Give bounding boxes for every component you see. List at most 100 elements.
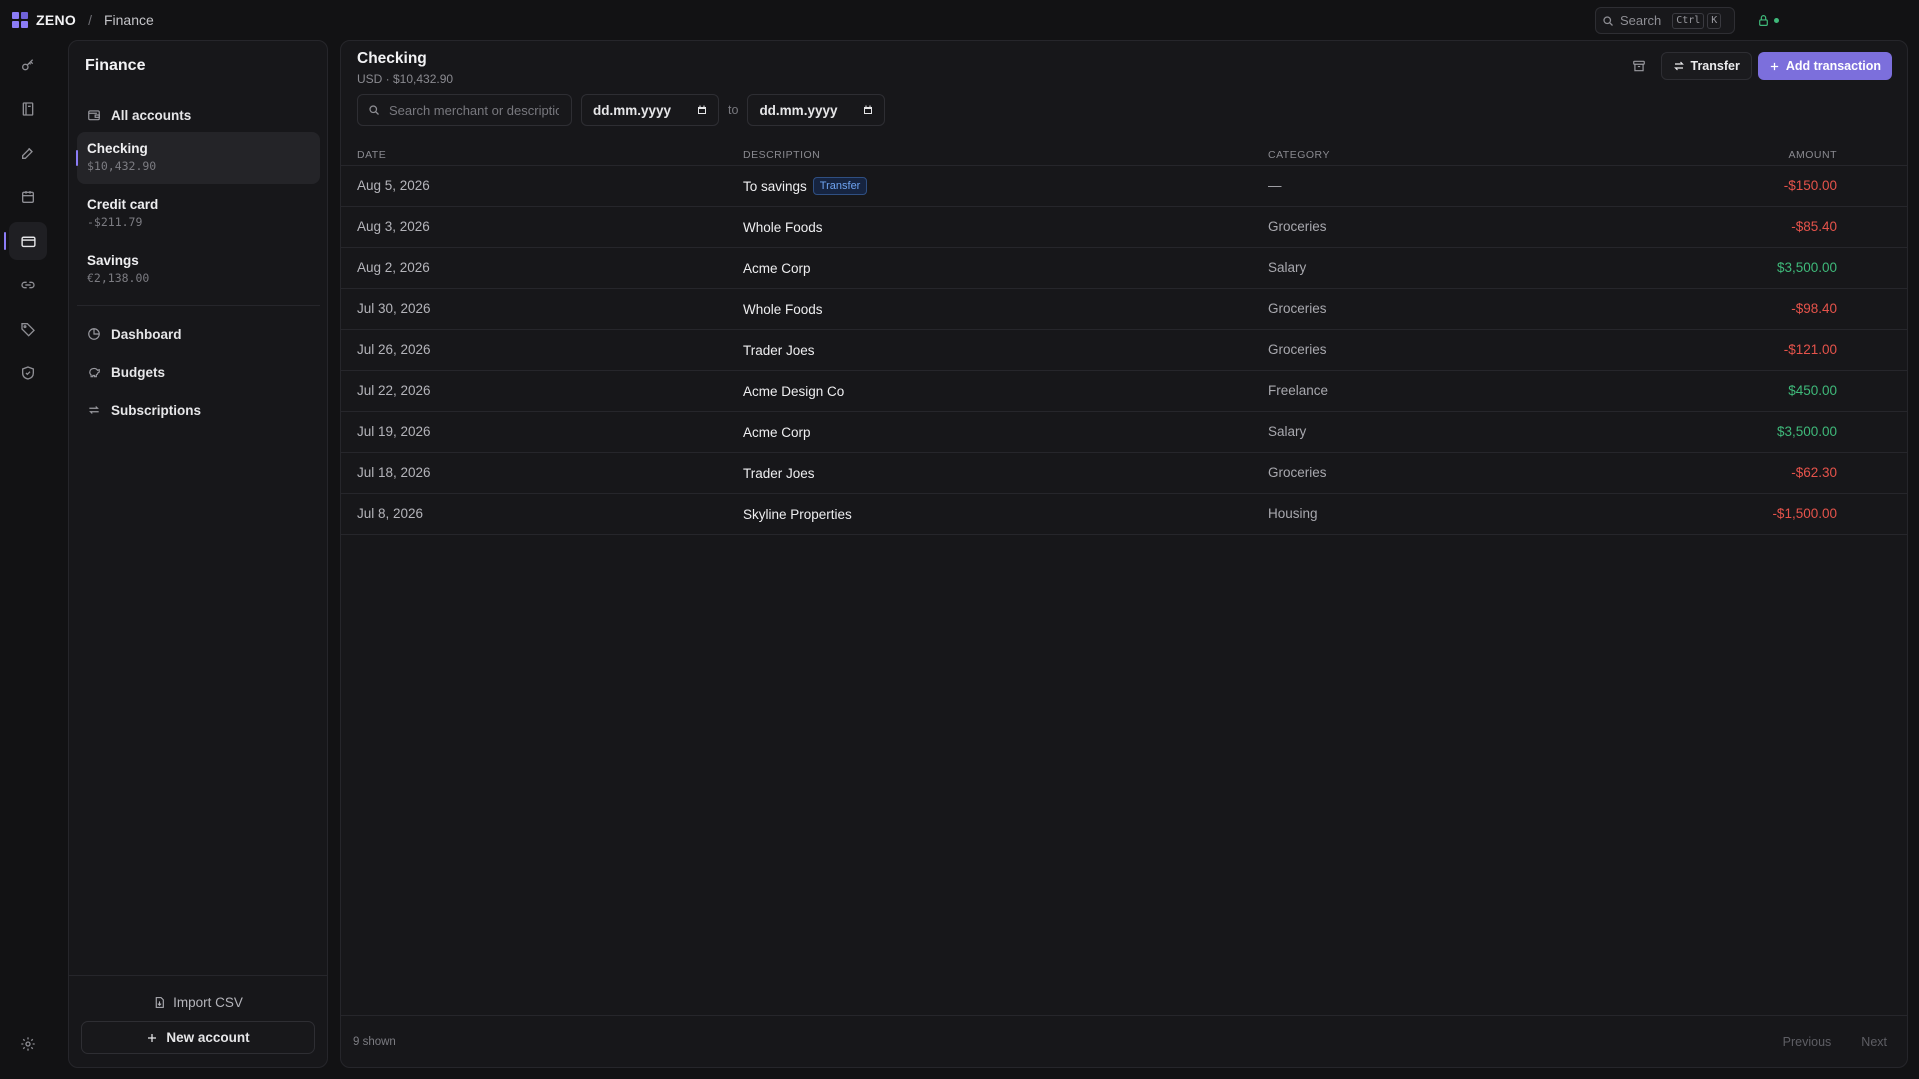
column-category[interactable]: CATEGORY [1268,149,1330,161]
row-amount: -$62.30 [1791,465,1837,480]
link-icon [21,281,35,289]
archive-button[interactable] [1625,52,1653,80]
row-description: Acme Corp [743,424,811,440]
rail-finance[interactable] [4,222,47,260]
table-row[interactable]: Jul 30, 2026 Whole Foods Groceries -$98.40 [341,289,1907,330]
row-category: Freelance [1268,383,1329,398]
lock-status[interactable] [1757,14,1779,27]
add-transaction-button[interactable]: Add transaction [1757,52,1892,80]
row-date: Aug 5, 2026 [357,178,430,193]
transactions-panel: Checking USD · $10,432.90 Transfer Add t… [340,40,1908,1068]
tag-icon [21,323,35,337]
row-date: Aug 3, 2026 [357,219,430,234]
table-row[interactable]: Aug 3, 2026 Whole Foods Groceries -$85.40 [341,207,1907,248]
account-balance: -$211.79 [87,215,143,229]
account-item-checking[interactable]: Checking $10,432.90 [76,132,320,184]
row-date: Aug 2, 2026 [357,260,430,275]
app-grid-icon [12,12,28,28]
row-amount: $450.00 [1788,383,1837,398]
rail-key[interactable] [9,46,47,84]
new-account-button[interactable]: New account [81,1021,315,1054]
row-category: Groceries [1268,342,1327,357]
table-row[interactable]: Aug 2, 2026 Acme Corp Salary $3,500.00 [341,248,1907,289]
account-name: Savings [87,253,139,268]
column-date[interactable]: DATE [357,149,386,161]
rail-links[interactable] [9,266,47,304]
account-item-credit-card[interactable]: Credit card -$211.79 [77,188,320,240]
global-search-button[interactable]: Search Ctrl K [1595,7,1735,34]
sidebar-item-dashboard[interactable]: Dashboard [77,317,320,351]
row-amount: -$150.00 [1783,178,1837,193]
account-item-savings[interactable]: Savings €2,138.00 [77,244,320,296]
column-amount[interactable]: AMOUNT [1789,149,1838,161]
sidebar-footer-divider [69,975,327,976]
table-row[interactable]: Jul 19, 2026 Acme Corp Salary $3,500.00 [341,412,1907,453]
rail-tags[interactable] [9,310,47,348]
sidebar-item-all-accounts[interactable]: All accounts [77,99,320,131]
row-description-cell: To savings Transfer [743,175,868,197]
table-row[interactable]: Jul 22, 2026 Acme Design Co Freelance $450.… [341,371,1907,412]
table-row[interactable]: Jul 26, 2026 Trader Joes Groceries -$121.00 [341,330,1907,371]
account-name: Checking [87,141,148,156]
row-description: Whole Foods [743,219,823,235]
date-from-field[interactable]: dd.mm.yyyy [581,94,719,126]
table-row[interactable]: Jul 8, 2026 Skyline Properties Housing -$1,… [341,494,1907,535]
accounts-sidebar: Finance All accounts Checking $10,432.90… [68,40,328,1068]
sidebar-item-label: All accounts [111,107,192,123]
new-account-label: New account [166,1030,250,1045]
rail-edit[interactable] [9,134,47,172]
row-date: Jul 8, 2026 [357,506,424,521]
row-description: Trader Joes [743,465,815,481]
row-description-cell: Trader Joes [743,339,815,361]
brand[interactable]: ZENO / Finance [12,12,154,28]
row-category: Groceries [1268,301,1327,316]
account-name: Credit card [87,197,159,212]
row-amount: -$1,500.00 [1772,506,1837,521]
piggy-bank-icon [87,365,101,379]
rail-book[interactable] [9,90,47,128]
row-description: Trader Joes [743,342,815,358]
repeat-icon [87,403,101,417]
transfer-label: Transfer [1690,59,1740,73]
table-header: DATE DESCRIPTION CATEGORY AMOUNT [341,141,1907,166]
brand-name: ZENO [36,12,77,28]
table-row[interactable]: Jul 18, 2026 Trader Joes Groceries -$62.30 [341,453,1907,494]
search-label: Search [1620,13,1662,28]
search-input[interactable] [389,102,559,118]
online-status-dot [1774,18,1779,23]
file-import-icon [153,996,166,1009]
book-icon [22,102,34,116]
account-balance: $10,432.90 [87,159,157,173]
breadcrumb-separator: / [88,12,92,28]
date-to-field[interactable]: dd.mm.yyyy [747,94,886,126]
calendar-icon [22,191,34,203]
row-description-cell: Skyline Properties [743,503,852,525]
search-icon [1603,15,1613,26]
import-csv-button[interactable]: Import CSV [69,995,327,1010]
rail-security[interactable] [9,354,47,392]
row-description: To savings [743,178,807,194]
table-row[interactable]: Aug 5, 2026 To savings Transfer — -$150.00 [341,166,1907,207]
rail-settings[interactable] [9,1025,47,1063]
sidebar-item-budgets[interactable]: Budgets [77,355,320,389]
row-description: Whole Foods [743,301,823,317]
previous-page-button[interactable]: Previous [1783,1035,1832,1049]
row-date: Jul 22, 2026 [357,383,431,398]
transfer-icon [1673,60,1685,72]
transfer-button[interactable]: Transfer [1660,52,1752,80]
wallet-icon [87,108,101,122]
transaction-search[interactable] [357,94,572,126]
shortcut-ctrl: Ctrl [1672,12,1705,29]
column-description[interactable]: DESCRIPTION [743,149,820,161]
shortcut-k: K [1707,12,1722,29]
breadcrumb-finance[interactable]: Finance [104,12,154,28]
lock-icon [1759,15,1768,26]
sidebar-title: Finance [85,57,146,74]
gear-icon [21,1037,35,1051]
next-page-button[interactable]: Next [1861,1035,1887,1049]
pie-chart-icon [87,327,101,341]
sidebar-item-subscriptions[interactable]: Subscriptions [77,393,320,427]
date-to-value: dd.mm.yyyy [759,102,838,118]
sidebar-item-label: Budgets [111,364,165,380]
rail-calendar[interactable] [9,178,47,216]
